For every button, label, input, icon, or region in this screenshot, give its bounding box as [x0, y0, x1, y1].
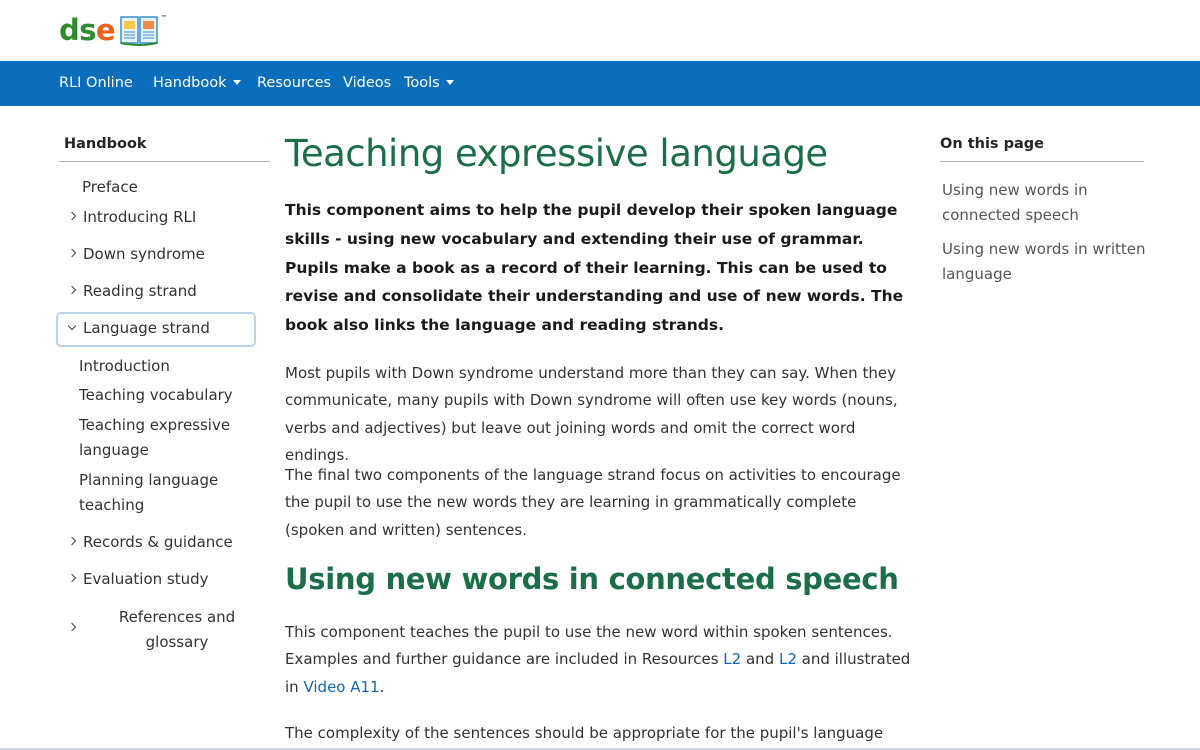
- sidebar-title: Handbook: [59, 130, 270, 162]
- sidebar-item-references-glossary[interactable]: References and glossary: [67, 605, 259, 661]
- on-this-page-nav: On this page Using new words in connecte…: [940, 130, 1146, 283]
- caret-down-icon: [445, 79, 454, 85]
- body-paragraph: Most pupils with Down syndrome understan…: [285, 364, 898, 464]
- sidebar-item-label: Evaluation study: [83, 570, 209, 588]
- resource-link-l2-second[interactable]: L2: [779, 650, 797, 668]
- sidebar-item-introducing-rli[interactable]: Introducing RLI: [67, 208, 197, 226]
- trademark-mark: ™: [160, 14, 168, 22]
- sidebar-item-label: Reading strand: [83, 282, 197, 300]
- paragraph-text: and: [741, 650, 779, 669]
- video-link-a11[interactable]: Video A11: [303, 678, 379, 696]
- body-paragraph: This component teaches the pupil to use …: [285, 619, 917, 701]
- sidebar-item-down-syndrome[interactable]: Down syndrome: [67, 245, 205, 263]
- paragraph-text: .: [379, 677, 385, 696]
- sidebar-item-label: Down syndrome: [83, 245, 205, 263]
- nav-tools-dropdown[interactable]: Tools: [404, 61, 454, 106]
- nav-videos[interactable]: Videos: [343, 61, 391, 106]
- sidebar-item-label: Records & guidance: [83, 533, 233, 551]
- nav-handbook-label: Handbook: [153, 75, 227, 91]
- sidebar-item-label: Language strand: [83, 319, 210, 337]
- toc-link-written-language[interactable]: Using new words in written language: [942, 237, 1147, 287]
- sidebar-item-language-strand[interactable]: Language strand: [67, 319, 210, 337]
- sidebar-item-evaluation-study[interactable]: Evaluation study: [67, 570, 209, 588]
- sidebar-item-reading-strand[interactable]: Reading strand: [67, 282, 197, 300]
- sidebar-item-records-guidance[interactable]: Records & guidance: [67, 533, 233, 551]
- caret-down-icon: [232, 79, 241, 85]
- toc-link-connected-speech[interactable]: Using new words in connected speech: [942, 178, 1147, 228]
- chevron-right-icon: [67, 248, 77, 258]
- handbook-sidebar: Handbook Preface Introducing RLI Down sy…: [56, 130, 270, 651]
- dse-logo[interactable]: dse ™: [59, 12, 167, 52]
- toc-title: On this page: [940, 130, 1144, 162]
- nav-resources[interactable]: Resources: [257, 61, 331, 106]
- sidebar-subitem-planning-language-teaching[interactable]: Planning language teaching: [79, 468, 249, 518]
- sidebar-item-preface[interactable]: Preface: [82, 178, 138, 196]
- page-title: Teaching expressive language: [285, 132, 828, 175]
- sidebar-subitem-teaching-expressive-language[interactable]: Teaching expressive language: [79, 413, 249, 463]
- nav-rli-online[interactable]: RLI Online: [59, 61, 133, 106]
- body-paragraph: The final two components of the language…: [285, 466, 901, 539]
- logo-text: dse: [59, 13, 116, 47]
- nav-tools-label: Tools: [404, 75, 440, 91]
- lead-paragraph: This component aims to help the pupil de…: [285, 201, 904, 335]
- main-navbar: RLI Online Handbook Resources Videos Too…: [0, 61, 1200, 106]
- brand-bar: dse ™: [0, 0, 1200, 61]
- nav-handbook-dropdown[interactable]: Handbook: [153, 61, 241, 106]
- sidebar-item-label: References and glossary: [118, 608, 236, 651]
- resource-link-l2[interactable]: L2: [723, 650, 741, 668]
- chevron-right-icon: [67, 573, 77, 583]
- chevron-right-icon: [67, 622, 77, 632]
- chevron-down-icon: [67, 321, 77, 330]
- sidebar-subitem-teaching-vocabulary[interactable]: Teaching vocabulary: [79, 383, 249, 408]
- chevron-right-icon: [67, 536, 77, 546]
- body-paragraph: The complexity of the sentences should b…: [285, 724, 884, 742]
- chevron-right-icon: [67, 285, 77, 295]
- sidebar-item-label: Introducing RLI: [83, 208, 197, 226]
- section-heading-connected-speech: Using new words in connected speech: [285, 562, 899, 596]
- sidebar-subitem-introduction[interactable]: Introduction: [79, 354, 249, 379]
- book-icon: [119, 14, 159, 52]
- chevron-right-icon: [67, 211, 77, 221]
